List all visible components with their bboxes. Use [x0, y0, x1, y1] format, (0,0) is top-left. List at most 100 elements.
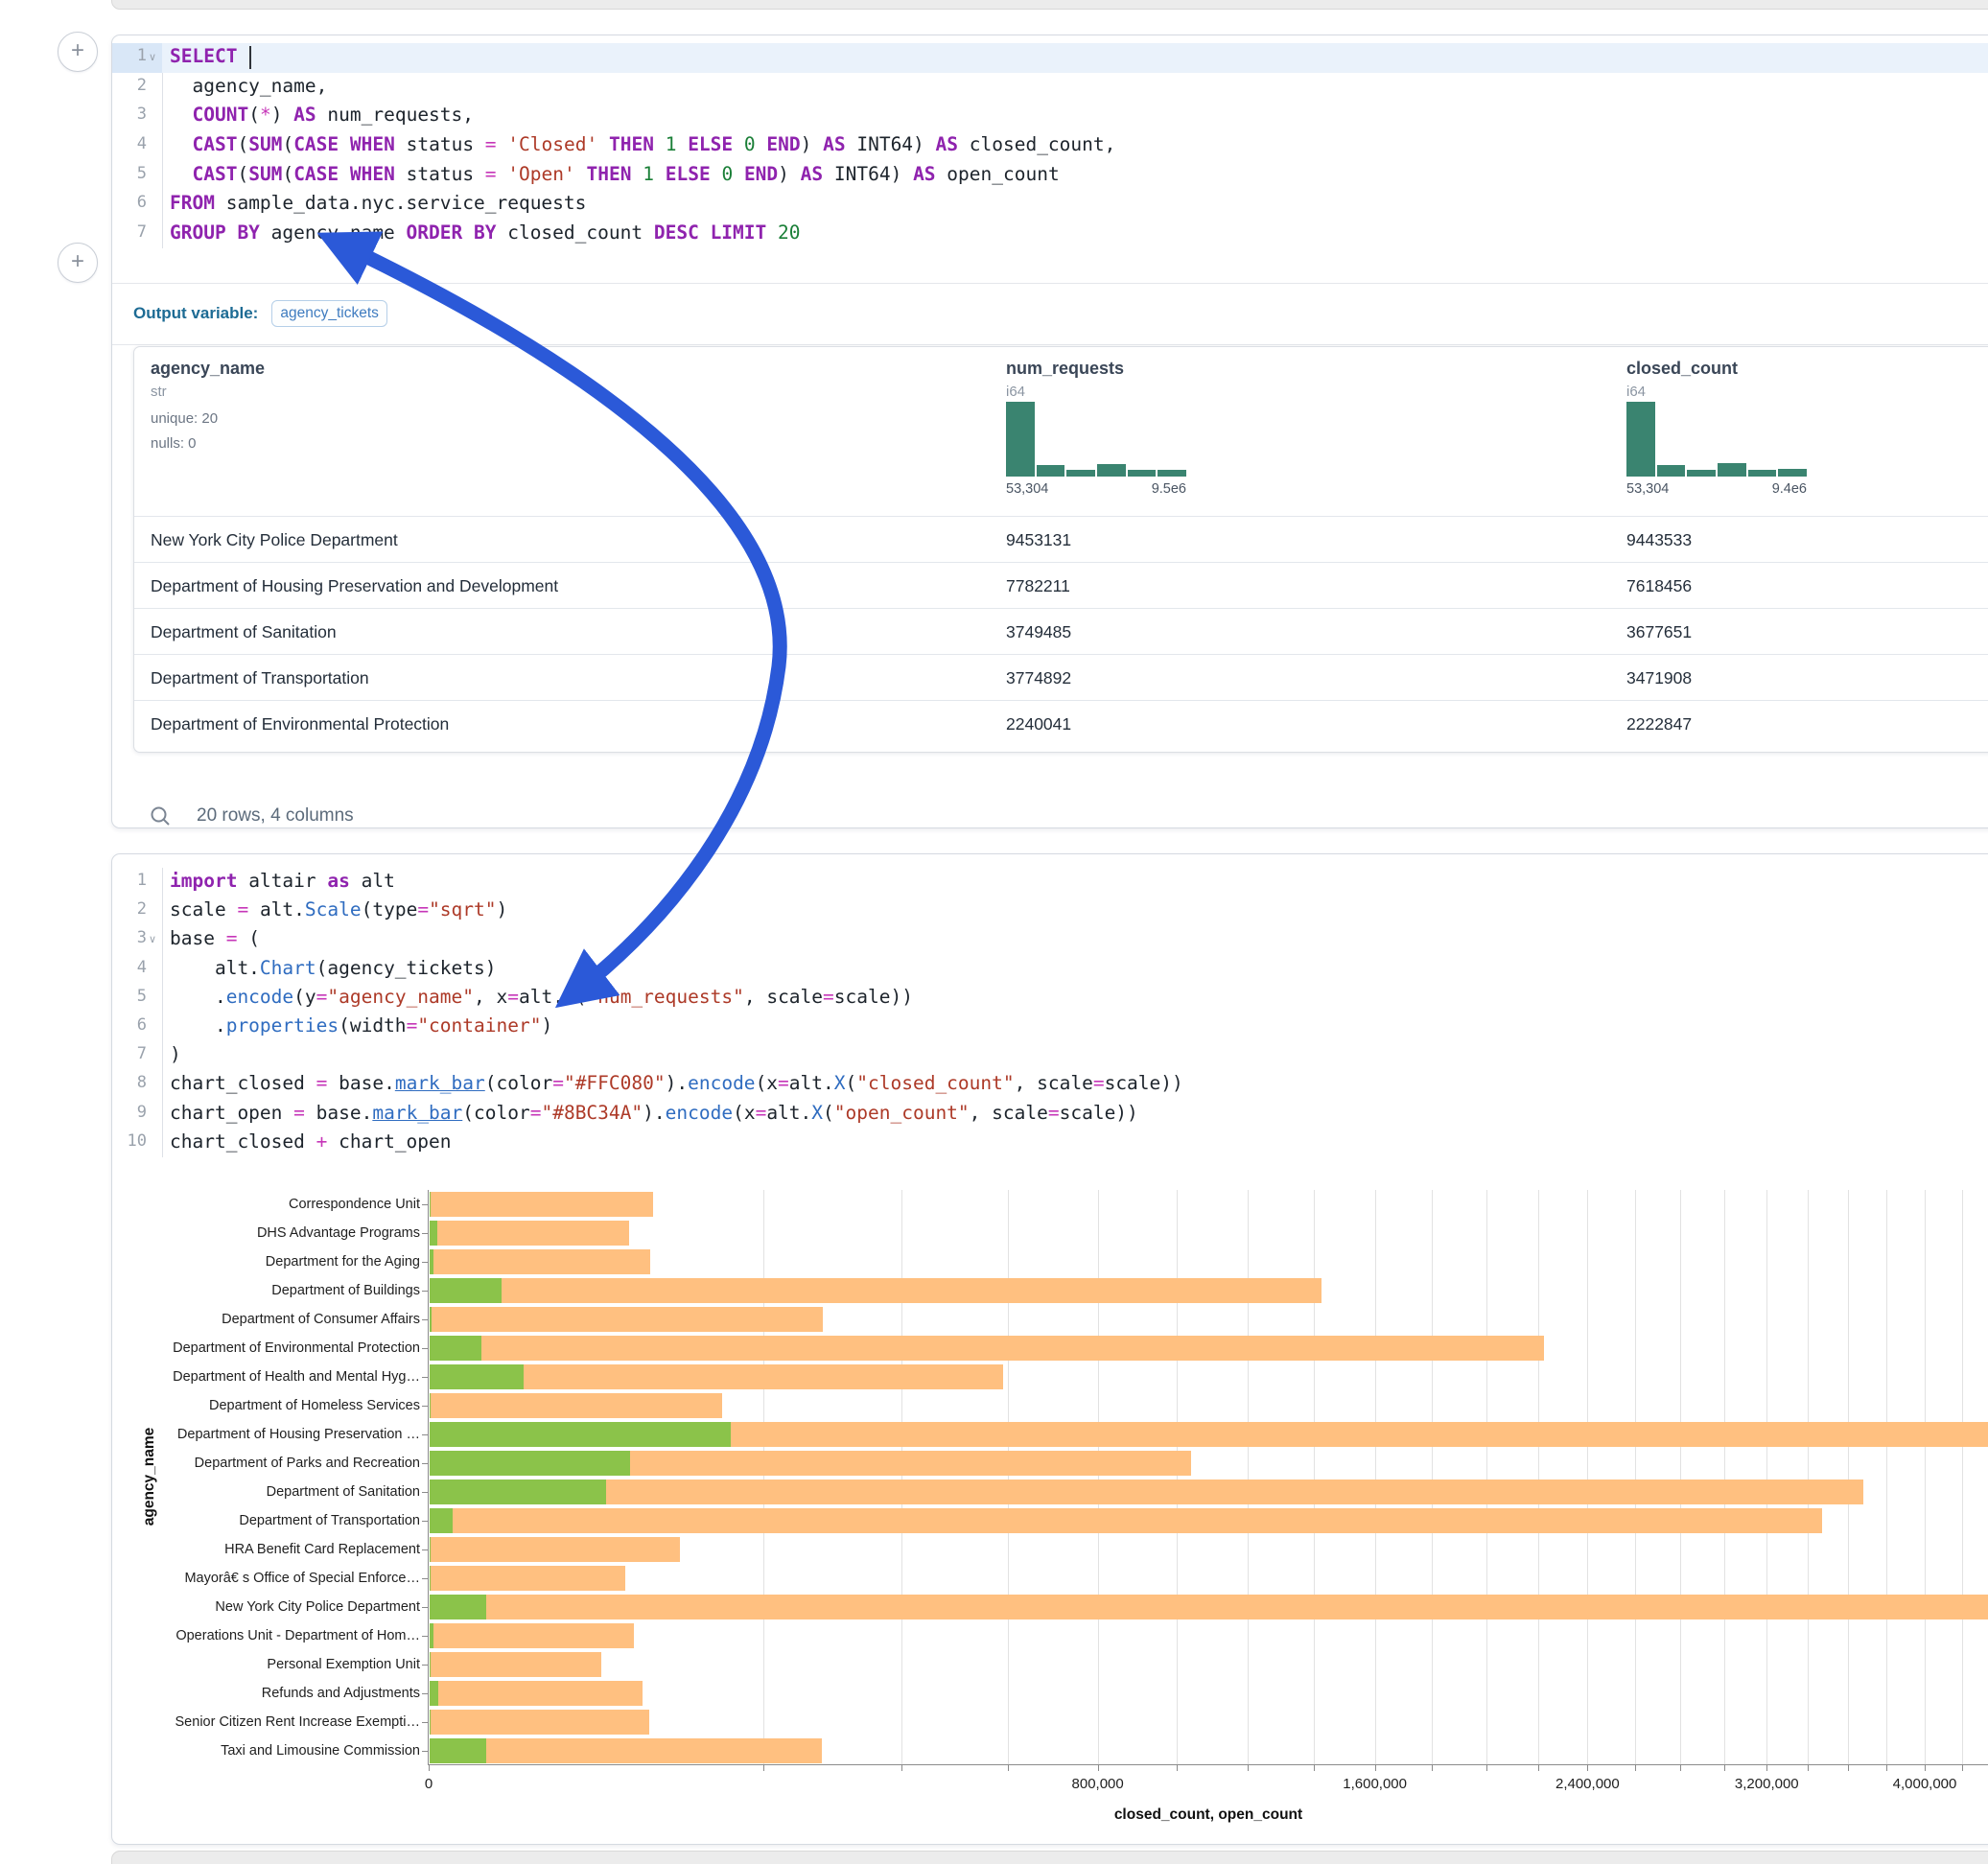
table-row[interactable]: Department of Transportation 3774892 34719…: [134, 654, 1988, 701]
code-line-3[interactable]: 3 COUNT(*) AS num_requests,: [112, 102, 1988, 131]
histogram-range: 53,3049.5e6: [1006, 481, 1186, 497]
line-number: 4: [112, 958, 147, 977]
table-cell: 7782211: [1006, 563, 1070, 609]
next-cell-stub[interactable]: [111, 1851, 1988, 1864]
table-cell: Department of Transportation: [151, 655, 369, 701]
table-footer: 20 rows, 4 columns: [149, 799, 354, 833]
code-text: CAST(SUM(CASE WHEN status = 'Open' THEN …: [170, 163, 1060, 185]
table-cell: 7618456: [1626, 563, 1692, 609]
column-type: str: [151, 384, 167, 400]
histogram-bar: [1037, 465, 1065, 477]
search-icon[interactable]: [149, 804, 172, 827]
column-header-agency_name[interactable]: agency_name: [151, 359, 265, 379]
table-cell: 3471908: [1626, 655, 1692, 701]
histogram-bar: [1748, 470, 1777, 477]
code-text: agency_name,: [170, 75, 327, 97]
code-line-10[interactable]: 10chart_closed + chart_open: [112, 1129, 1988, 1157]
code-text: scale = alt.Scale(type="sqrt"): [170, 898, 507, 920]
code-line-2[interactable]: 2scale = alt.Scale(type="sqrt"): [112, 897, 1988, 925]
histogram-bar: [1128, 470, 1157, 477]
code-line-1[interactable]: 1∨SELECT: [112, 43, 1988, 73]
histogram-bar: [1626, 402, 1655, 477]
code-text: .properties(width="container"): [170, 1014, 552, 1037]
column-meta: unique: 20: [151, 410, 218, 427]
code-text: chart_closed = base.mark_bar(color="#FFC…: [170, 1072, 1183, 1094]
histogram-bar: [1006, 402, 1035, 477]
table-cell: 2240041: [1006, 701, 1071, 747]
histogram-bar: [1718, 463, 1746, 477]
sql-code-editor[interactable]: 1∨SELECT 2 agency_name,3 COUNT(*) AS num…: [112, 43, 1988, 248]
result-table: agency_namestr unique: 20 nulls: 0 num_requ…: [133, 346, 1988, 753]
code-text: chart_open = base.mark_bar(color="#8BC34…: [170, 1102, 1138, 1124]
hist-min-label: 53,304: [1626, 481, 1669, 497]
table-cell: Department of Housing Preservation and D…: [151, 563, 558, 609]
code-line-1[interactable]: 1 import altair as alt: [112, 868, 1988, 897]
histogram-bar: [1158, 470, 1186, 477]
code-line-4[interactable]: 4 CAST(SUM(CASE WHEN status = 'Closed' T…: [112, 131, 1988, 161]
code-line-7[interactable]: 7 GROUP BY agency_name ORDER BY closed_co…: [112, 220, 1988, 249]
code-line-9[interactable]: 9chart_open = base.mark_bar(color="#8BC3…: [112, 1100, 1988, 1129]
python-cell[interactable]: 1 import altair as alt 2scale = alt.Scale(…: [111, 853, 1988, 1845]
code-line-6[interactable]: 6FROM sample_data.nyc.service_requests: [112, 190, 1988, 220]
row-count-status: 20 rows, 4 columns: [197, 805, 354, 827]
sql-cell[interactable]: 1∨SELECT 2 agency_name,3 COUNT(*) AS num…: [111, 35, 1988, 828]
line-number: 7: [112, 222, 147, 242]
code-text: .encode(y="agency_name", x=alt.X("num_re…: [170, 986, 913, 1008]
line-number: 5: [112, 987, 147, 1006]
line-number: 7: [112, 1044, 147, 1063]
fold-chevron-icon[interactable]: ∨: [149, 51, 156, 63]
code-text: GROUP BY agency_name ORDER BY closed_cou…: [170, 221, 801, 244]
python-code-editor[interactable]: 1 import altair as alt 2scale = alt.Scale(…: [112, 868, 1988, 1157]
code-line-8[interactable]: 8chart_closed = base.mark_bar(color="#FF…: [112, 1070, 1988, 1099]
table-cell: Department of Sanitation: [151, 609, 337, 655]
output-variable-chip[interactable]: agency_tickets: [271, 300, 387, 327]
line-number: 10: [112, 1131, 147, 1151]
code-text: FROM sample_data.nyc.service_requests: [170, 192, 586, 214]
line-number: 2: [112, 76, 147, 95]
column-header-num_requests[interactable]: num_requests: [1006, 359, 1124, 379]
code-line-3[interactable]: 3∨ base = (: [112, 925, 1988, 954]
table-row[interactable]: Department of Sanitation37494853677651: [134, 608, 1988, 655]
code-line-6[interactable]: 6 .properties(width="container"): [112, 1013, 1988, 1041]
fold-chevron-icon[interactable]: ∨: [149, 933, 156, 945]
table-cell: 3774892: [1006, 655, 1071, 701]
line-number: 5: [112, 164, 147, 183]
table-cell: 9453131: [1006, 517, 1071, 563]
previous-cell-stub[interactable]: [111, 0, 1988, 10]
add-cell-button[interactable]: +: [58, 32, 98, 72]
table-cell: 9443533: [1626, 517, 1692, 563]
notebook-page: + + 1∨SELECT 2 agency_name,3 COUNT(*) AS…: [0, 0, 1988, 1864]
line-number: 3: [112, 928, 147, 947]
hist-min-label: 53,304: [1006, 481, 1048, 497]
histogram-bar: [1066, 470, 1095, 477]
output-variable-label: Output variable:: [133, 304, 258, 323]
table-cell: 3677651: [1626, 609, 1692, 655]
histogram-range: 53,3049.4e6: [1626, 481, 1807, 497]
code-text: import altair as alt: [170, 870, 395, 892]
code-text: alt.Chart(agency_tickets): [170, 957, 496, 979]
code-line-2[interactable]: 2 agency_name,: [112, 73, 1988, 103]
code-line-7[interactable]: 7): [112, 1041, 1988, 1070]
histogram-bar: [1097, 464, 1126, 477]
column-histogram: [1626, 402, 1807, 477]
column-header-closed_count[interactable]: closed_count: [1626, 359, 1738, 379]
table-row[interactable]: New York City Police Department 9453131 94…: [134, 516, 1988, 563]
column-type: i64: [1006, 384, 1025, 400]
line-number: 1: [112, 871, 147, 890]
code-text: base = (: [170, 927, 260, 949]
text-caret: [249, 46, 251, 69]
table-cell: 2222847: [1626, 701, 1692, 747]
add-cell-button[interactable]: +: [58, 243, 98, 283]
code-line-5[interactable]: 5 .encode(y="agency_name", x=alt.X("num_…: [112, 984, 1988, 1013]
code-line-5[interactable]: 5 CAST(SUM(CASE WHEN status = 'Open' THE…: [112, 160, 1988, 190]
table-row[interactable]: Department of Environmental Protection22…: [134, 700, 1988, 747]
column-meta: nulls: 0: [151, 435, 197, 452]
code-line-4[interactable]: 4 alt.Chart(agency_tickets): [112, 955, 1988, 984]
line-number: 4: [112, 134, 147, 153]
line-number: 1: [112, 46, 147, 65]
histogram-bar: [1657, 465, 1686, 477]
table-row[interactable]: Department of Housing Preservation and D…: [134, 562, 1988, 609]
table-cell: New York City Police Department: [151, 517, 398, 563]
divider: [112, 344, 1988, 345]
histogram-bar: [1778, 469, 1807, 477]
